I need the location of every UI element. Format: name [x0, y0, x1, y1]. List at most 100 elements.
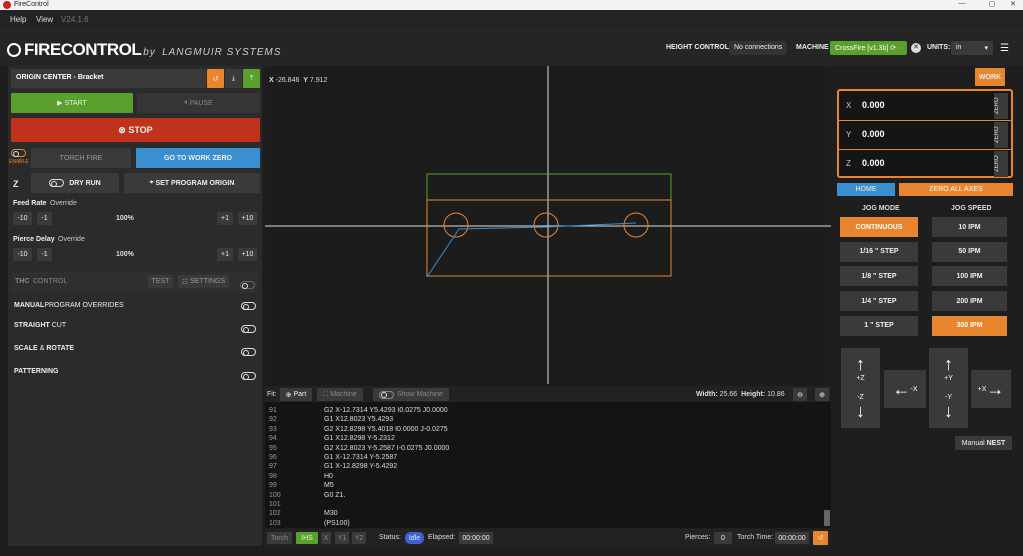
close-window-button[interactable]: ✕	[1003, 0, 1023, 8]
gcode-line-text: H0	[324, 472, 333, 480]
pause-label: PAUSE	[189, 99, 213, 107]
pierce-delay-label: Pierce Delay	[13, 236, 55, 243]
gcode-line-number: 98	[269, 472, 277, 480]
jog-mode-option[interactable]: 1/8 " STEP	[840, 266, 918, 287]
pierce-plus-1-button[interactable]: +1	[217, 248, 233, 261]
jog-speed-option[interactable]: 200 IPM	[932, 291, 1007, 312]
jog-speed-option[interactable]: 100 IPM	[932, 266, 1007, 287]
undo-icon[interactable]: ↺	[207, 69, 224, 88]
feed-minus-1-button[interactable]: -1	[37, 212, 52, 225]
gcode-line-text: G2 X12.8298 Y5.4018 I0.0000 J-0.0275	[324, 425, 448, 433]
gcode-line-text: M30	[324, 510, 338, 518]
work-coords-tab[interactable]: WORK	[975, 68, 1005, 86]
torch-time-label: Torch Time:	[737, 534, 774, 541]
torch-fire-button[interactable]: TORCH FIRE	[31, 148, 131, 168]
fit-part-label: Part	[293, 391, 307, 398]
target-icon: ⊕	[285, 391, 294, 399]
home-button[interactable]: HOME	[837, 183, 895, 196]
fit-machine-button[interactable]: ⛶ Machine	[317, 388, 363, 401]
enable-toggle[interactable]	[11, 149, 26, 157]
sliders-icon: ☷	[181, 278, 191, 286]
pierce-minus-10-button[interactable]: -10	[13, 248, 32, 261]
toolpath-drawing	[265, 66, 831, 384]
zero-all-axes-button[interactable]: ZERO ALL AXES	[899, 183, 1013, 196]
patterning-toggle[interactable]	[241, 372, 256, 380]
set-program-origin-button[interactable]: ⌖ SET PROGRAM ORIGIN	[124, 173, 260, 193]
jog-speed-option[interactable]: 10 IPM	[932, 217, 1007, 237]
hamburger-menu-icon[interactable]: ☰	[1000, 43, 1009, 54]
download-icon[interactable]: ⤓	[225, 69, 242, 88]
pierce-delay-percent: 100%	[116, 251, 134, 258]
minimize-button[interactable]: —	[952, 0, 972, 7]
dimensions: Width: 25.66 Height: 10.86	[696, 391, 785, 398]
feed-override-label: Override	[50, 200, 77, 207]
plus-z-label: +Z	[856, 375, 865, 382]
height-control-label: HEIGHT CONTROL:	[666, 44, 732, 51]
jog-mode-option[interactable]: 1/4 " STEP	[840, 291, 918, 312]
zero-x-button[interactable]: ZERO	[994, 93, 1008, 119]
menu-help[interactable]: Help	[10, 15, 26, 24]
zoom-in-icon[interactable]: ⊕	[815, 388, 829, 401]
jog-mode-option[interactable]: 1/16 " STEP	[840, 241, 918, 262]
thc-settings-button[interactable]: ☷ SETTINGS	[178, 275, 229, 288]
jog-mode-option[interactable]: CONTINUOUS	[840, 217, 918, 237]
pierce-plus-10-button[interactable]: +10	[238, 248, 257, 261]
units-label: UNITS:	[927, 44, 951, 51]
height-control-status[interactable]: No connections	[729, 41, 788, 55]
show-machine-label: Show Machine	[397, 391, 443, 398]
dry-run-button[interactable]: DRY RUN	[31, 173, 119, 193]
straight-label: STRAIGHT	[14, 322, 50, 329]
straight-cut-toggle[interactable]	[241, 325, 256, 333]
go-to-work-zero-button[interactable]: GO TO WORK ZERO	[136, 148, 260, 168]
stop-button[interactable]: ⊗ STOP	[11, 118, 260, 142]
zero-z-button[interactable]: ZERO	[994, 151, 1008, 177]
start-button[interactable]: ▶ START	[11, 93, 133, 113]
torch-time-value: 00:00:00	[775, 532, 809, 544]
toolpath-canvas[interactable]: X -26.846 Y 7.912	[265, 66, 831, 386]
jog-speed-option[interactable]: 50 IPM	[932, 241, 1007, 262]
show-machine-toggle[interactable]: Show Machine	[373, 388, 449, 401]
thc-toggle[interactable]	[240, 281, 255, 289]
gcode-line-number: 91	[269, 407, 277, 414]
upload-icon[interactable]: ⤒	[243, 69, 260, 88]
reset-counters-icon[interactable]: ↺	[813, 531, 828, 545]
maximize-button[interactable]: ▢	[982, 0, 1002, 8]
gcode-line-text: G2 X-12.7314 Y5.4293 I0.0275 J0.0000	[324, 407, 448, 414]
machine-select[interactable]: CrossFire [v1.3b] ⟳	[830, 41, 907, 55]
feed-minus-10-button[interactable]: -10	[13, 212, 32, 225]
enable-label: ENABLE	[9, 159, 29, 165]
scale-rotate-toggle[interactable]	[241, 348, 256, 356]
gcode-line-number: 101	[269, 501, 281, 508]
jog-mode-option[interactable]: 1 " STEP	[840, 315, 918, 336]
program-overrides-toggle[interactable]	[241, 302, 256, 310]
units-select[interactable]: in ▾	[951, 41, 993, 55]
jog-plus-x-button[interactable]: +X →	[971, 370, 1011, 408]
feed-plus-10-button[interactable]: +10	[238, 212, 257, 225]
pierce-minus-1-button[interactable]: -1	[37, 248, 52, 261]
feed-rate-label: Feed Rate	[13, 200, 47, 207]
jog-minus-y-button[interactable]: -Y ↓	[929, 388, 968, 428]
jog-plus-y-button[interactable]: ↑ +Y	[929, 348, 968, 388]
zoom-out-icon[interactable]: ⊖	[793, 388, 807, 401]
menu-view[interactable]: View	[36, 15, 53, 24]
disconnect-icon[interactable]: ✕	[911, 43, 921, 53]
jog-minus-x-button[interactable]: ← -X	[884, 370, 926, 408]
pause-button[interactable]: ⏸ PAUSE	[137, 93, 260, 113]
dro-axis-label: X	[846, 101, 852, 110]
dro-row-z: Z 0.000	[841, 151, 991, 177]
status-value: Idle	[405, 532, 424, 544]
jog-minus-z-button[interactable]: -Z ↓	[841, 388, 880, 428]
feed-plus-1-button[interactable]: +1	[217, 212, 233, 225]
dro-axis-value: 0.000	[862, 100, 885, 110]
thc-test-button[interactable]: TEST	[148, 275, 173, 288]
gcode-viewer[interactable]: 91 G2 X-12.7314 Y5.4293 I0.0275 J0.0000 92…	[265, 402, 831, 528]
gcode-scrollbar[interactable]	[824, 510, 830, 526]
patterning-label: PATTERNING	[14, 368, 59, 375]
jog-plus-z-button[interactable]: ↑ +Z	[841, 348, 880, 388]
fit-part-button[interactable]: ⊕ Part	[280, 388, 312, 401]
zero-y-button[interactable]: ZERO	[994, 122, 1008, 148]
arrow-down-icon: ↓	[856, 401, 865, 421]
elapsed-value: 00:00:00	[459, 532, 493, 544]
manual-nest-button[interactable]: Manual NEST	[955, 436, 1012, 450]
jog-speed-option[interactable]: 300 IPM	[932, 315, 1007, 336]
